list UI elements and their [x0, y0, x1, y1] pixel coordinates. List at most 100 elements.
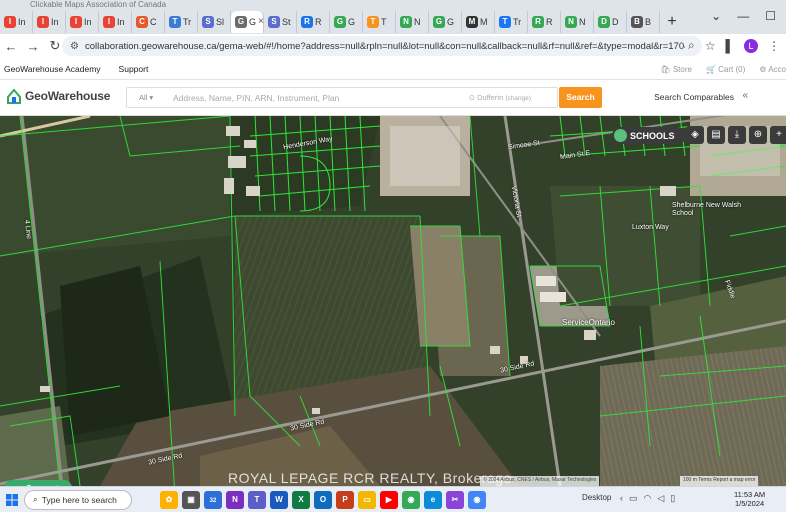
browser-tab[interactable]: TT — [363, 10, 396, 33]
poi-label-shelburne-school[interactable]: Shelburne New Walsh School — [672, 202, 742, 218]
browser-tab[interactable]: BB — [627, 10, 660, 33]
browser-tab[interactable]: I In — [33, 10, 66, 33]
sidebar-icon[interactable]: ▌ — [725, 39, 734, 53]
r-icon: R — [301, 15, 313, 28]
support-link[interactable]: Support — [119, 64, 149, 74]
outlook-icon[interactable]: O — [314, 490, 332, 509]
browser-tab[interactable]: I In — [0, 10, 33, 33]
widgets-icon[interactable]: ✿ — [160, 490, 178, 509]
c-icon: C — [136, 15, 148, 28]
file-explorer-icon[interactable]: ▭ — [358, 490, 376, 509]
battery-icon[interactable]: ▯ — [670, 493, 675, 504]
new-tab-button[interactable]: + — [660, 13, 684, 31]
zoom-in-icon[interactable]: + — [770, 126, 786, 144]
youtube-icon[interactable]: ▶ — [380, 490, 398, 509]
chrome-icon[interactable]: ◉ — [402, 490, 420, 509]
satellite-map[interactable]: Henderson Way Main St E Simcoe St Victor… — [0, 116, 786, 486]
volume-icon[interactable]: ◁ — [657, 493, 664, 504]
desktop-toolbar[interactable]: Desktop — [582, 493, 611, 502]
gmail-icon: I — [37, 15, 49, 28]
browser-tab[interactable]: DD — [594, 10, 627, 33]
browser-tab[interactable]: NN — [396, 10, 429, 33]
taskbar-clock[interactable]: 11:53 AM 1/5/2024 — [734, 490, 765, 508]
forward-icon[interactable]: → — [22, 39, 44, 54]
municipality-selector[interactable]: ⊙ Dufferin (change) — [469, 93, 557, 102]
download-icon[interactable]: ⤓ — [728, 126, 746, 144]
tab-label: In — [117, 16, 125, 27]
taskbar-search-input[interactable]: ⌕ Type here to search — [24, 489, 132, 510]
map-attribution: © 2024 Airbus, CNES / Airbus, Maxar Tech… — [480, 476, 600, 486]
browser-tab[interactable]: CC — [132, 10, 165, 33]
tray-chevron-icon[interactable]: ‹ — [620, 493, 623, 504]
house-icon — [7, 88, 21, 104]
address-bar[interactable]: ⚙ collaboration.geowarehouse.ca/gema-web… — [62, 36, 702, 56]
profile-avatar[interactable]: L — [744, 38, 758, 53]
browser-tab[interactable]: S Sl — [198, 10, 231, 33]
browser-tab[interactable]: RR — [528, 10, 561, 33]
browser-tab[interactable]: NN — [561, 10, 594, 33]
wifi-icon[interactable]: ◠ — [644, 493, 652, 504]
back-icon[interactable]: ← — [0, 39, 22, 54]
teams-icon[interactable]: T — [248, 490, 266, 509]
system-tray: ‹ ▭ ◠ ◁ ▯ — [620, 493, 675, 504]
browser-tab[interactable]: MM — [462, 10, 495, 33]
search-input[interactable]: All ▾ Address, Name, PIN, ARN, Instrumen… — [126, 87, 558, 108]
minimize-icon[interactable]: — — [737, 9, 749, 23]
mail-icon[interactable]: 32 — [204, 490, 222, 509]
layers-icon[interactable]: ◈ — [686, 126, 704, 144]
browser-tab[interactable]: I In — [99, 10, 132, 33]
maximize-icon[interactable]: ☐ — [765, 9, 776, 23]
browser-tab[interactable]: RR — [297, 10, 330, 33]
zoom-icon[interactable]: ⌕ — [688, 38, 695, 53]
browser-tab[interactable]: T Tr — [165, 10, 198, 33]
search-button[interactable]: Search — [559, 87, 602, 108]
search-comparables-link[interactable]: Search Comparables — [654, 92, 734, 102]
store-link[interactable]: 🛍 Store — [660, 65, 692, 74]
word-icon[interactable]: W — [270, 490, 288, 509]
street-label-luxton: Luxton Way — [632, 224, 669, 231]
globe-icon: S — [268, 15, 280, 28]
gw-icon: G — [235, 15, 247, 28]
poi-label-service-ontario[interactable]: ServiceOntario — [562, 318, 615, 327]
cart-link[interactable]: 🛒 Cart (0) — [706, 65, 745, 74]
snipping-tool-icon[interactable]: ✂ — [446, 490, 464, 509]
excel-icon[interactable]: X — [292, 490, 310, 509]
gw-icon: R — [532, 15, 544, 28]
url-text[interactable]: collaboration.geowarehouse.ca/gema-web/#… — [85, 41, 685, 52]
bookmark-star-icon[interactable]: ☆ — [705, 39, 716, 53]
browser-tab[interactable]: S St — [264, 10, 297, 33]
filter-dropdown[interactable]: All ▾ — [127, 93, 159, 102]
search-placeholder[interactable]: Address, Name, PIN, ARN, Instrument, Pla… — [159, 93, 469, 103]
chrome-profile-icon[interactable]: ◉ — [468, 490, 486, 509]
schools-toggle-button[interactable]: SCHOOLS — [612, 127, 686, 144]
parcel-map-canvas[interactable] — [0, 116, 786, 486]
tab-label: R — [546, 16, 553, 27]
browser-tab[interactable]: T Tr — [495, 10, 528, 33]
maps-pin-icon: D — [598, 15, 610, 28]
windows-start-icon[interactable] — [0, 493, 24, 506]
browser-tab[interactable]: GG — [429, 10, 462, 33]
network-icon[interactable]: ▭ — [629, 493, 638, 504]
tab-label: B — [645, 16, 652, 27]
locate-icon[interactable]: ⊕ — [749, 126, 767, 144]
geowarehouse-logo[interactable]: GeoWarehouse — [6, 88, 110, 104]
map-scale[interactable]: 100 m Terms Report a map error — [680, 476, 759, 486]
edge-icon[interactable]: e — [424, 490, 442, 509]
site-info-icon[interactable]: ⚙ — [70, 41, 79, 52]
browser-tab[interactable]: GG — [330, 10, 363, 33]
browser-tab[interactable]: G G × — [231, 10, 264, 33]
map-view-icon[interactable]: ▤ — [707, 126, 725, 144]
close-icon[interactable]: × — [258, 16, 263, 27]
gw-icon: G — [433, 15, 445, 28]
menu-kebab-icon[interactable]: ⋮ — [768, 39, 780, 53]
chevron-down-icon[interactable]: ⌄ — [711, 9, 721, 23]
check-icon: N — [565, 15, 577, 28]
collapse-chevron-icon[interactable]: « — [742, 90, 748, 101]
academy-link[interactable]: GeoWarehouse Academy — [4, 64, 101, 74]
site-nav-right: 🛍 Store 🛒 Cart (0) ⚙ Acco — [660, 58, 786, 80]
browser-tab[interactable]: I In — [66, 10, 99, 33]
powerpoint-icon[interactable]: P — [336, 490, 354, 509]
account-link[interactable]: ⚙ Acco — [759, 65, 786, 74]
onenote-icon[interactable]: N — [226, 490, 244, 509]
task-view-icon[interactable]: ▣ — [182, 490, 200, 509]
